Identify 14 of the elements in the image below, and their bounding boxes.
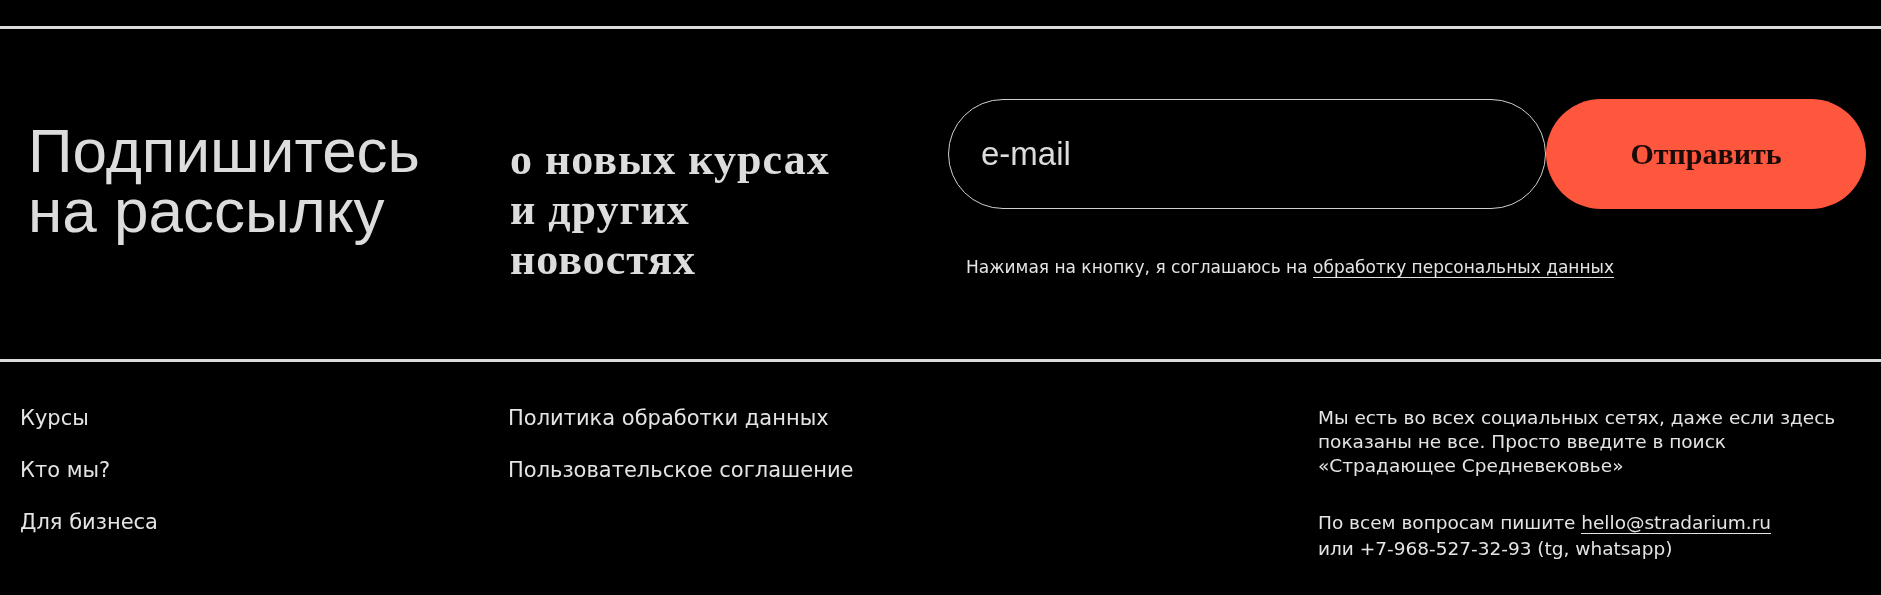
subscribe-tagline: о новых курсах и других новостях: [510, 135, 831, 286]
email-link[interactable]: hello@stradarium.ru: [1581, 512, 1772, 534]
legal-link[interactable]: Пользовательское соглашение: [508, 454, 1318, 486]
consent-text: Нажимая на кнопку, я соглашаюсь на обработку персональных данных: [966, 257, 1616, 277]
consent-link[interactable]: обработку персональных данных: [1313, 257, 1615, 278]
subscribe-heading: Подпишитесь на рассылку: [28, 121, 421, 247]
contact-text: По всем вопросам пишите hello@stradarium.ru или +7-968-527-32-93 (tg, whatsapp): [1318, 511, 1773, 561]
legal-link[interactable]: Политика обработки данных: [508, 402, 1318, 434]
social-note: Мы есть во всех социальных сетях, даже если здесь показаны не все. Просто введите в поиск «Страдающее Средневековье»: [1318, 406, 1837, 478]
nav-link[interactable]: Курсы: [20, 402, 508, 434]
submit-button[interactable]: Отправить: [1546, 99, 1866, 209]
email-field[interactable]: e-mail: [948, 99, 1546, 209]
nav-link[interactable]: Для бизнеса: [20, 506, 508, 538]
nav-link[interactable]: Кто мы?: [20, 454, 508, 486]
